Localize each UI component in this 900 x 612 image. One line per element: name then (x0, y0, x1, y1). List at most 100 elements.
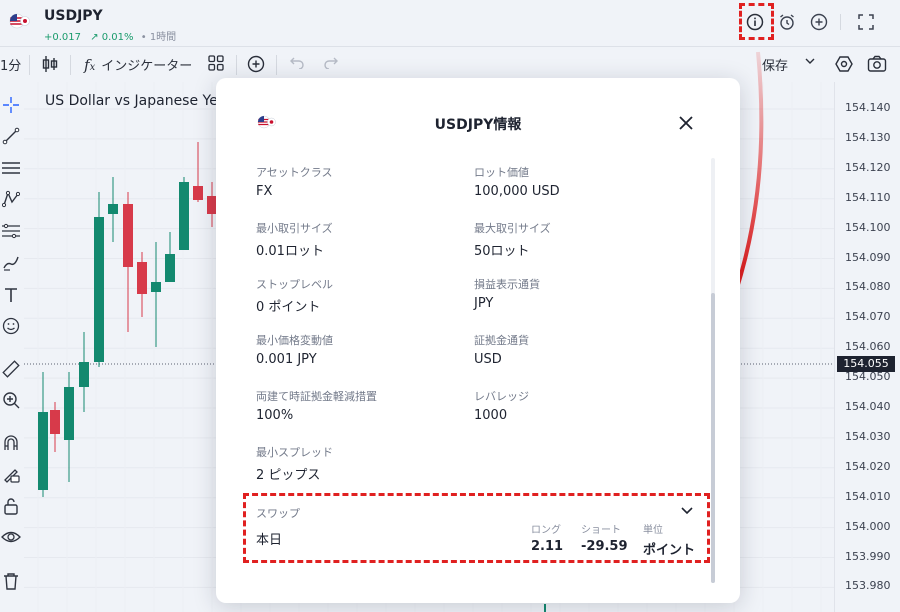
save-dropdown-chevron-icon[interactable] (804, 55, 816, 67)
swap-highlight-box (243, 493, 710, 563)
candle-body (179, 182, 189, 250)
field-value: 0.001 JPY (256, 352, 317, 367)
price-tick-label: 154.100 (845, 220, 891, 234)
text-tool-icon[interactable] (0, 284, 22, 306)
candle-body (50, 410, 60, 434)
fib-tools-icon[interactable] (0, 220, 22, 242)
field-label: 証拠金通貨 (474, 334, 529, 347)
magnet-icon[interactable] (0, 432, 22, 454)
price-tick-label: 154.020 (845, 459, 891, 473)
field-value: 1000 (474, 408, 508, 423)
lock-drawing-icon[interactable] (0, 463, 22, 485)
undo-icon[interactable] (290, 55, 304, 69)
price-tick-label: 154.040 (845, 400, 891, 413)
price-tick-label: 154.030 (845, 429, 891, 443)
candle-body (151, 282, 161, 292)
redo-icon[interactable] (324, 55, 338, 69)
price-tick-label: 154.110 (845, 190, 891, 204)
toolbar-divider (276, 55, 277, 75)
toolbar-divider (29, 55, 30, 75)
trend-line-icon[interactable] (0, 125, 22, 147)
field-value: 100% (256, 408, 294, 423)
candle-type-icon[interactable] (42, 55, 58, 73)
price-tick-label: 154.080 (845, 280, 891, 294)
info-highlight-box (739, 3, 774, 40)
price-tick-label: 154.130 (845, 130, 891, 144)
drawing-tools-rail (0, 82, 24, 612)
candle-body (94, 217, 104, 362)
field-value: USD (474, 352, 502, 367)
field-label: レバレッジ (474, 390, 529, 403)
price-tick-label: 153.990 (845, 549, 891, 563)
emoji-icon[interactable] (0, 315, 22, 337)
field-label: 損益表示通貨 (474, 278, 540, 291)
field-label: 最小取引サイズ (256, 222, 333, 235)
crosshair-icon[interactable] (0, 94, 22, 116)
add-circle-icon[interactable] (807, 10, 831, 34)
candle-body (165, 254, 175, 282)
price-axis[interactable]: 154.140 154.130 154.120 154.110 154.100 154.0… (834, 82, 900, 612)
horizontal-lines-icon[interactable] (0, 157, 22, 179)
candle-body (123, 204, 133, 267)
trash-icon[interactable] (0, 570, 22, 592)
field-value: 50ロット (474, 244, 530, 259)
candle-body (38, 412, 48, 490)
field-label: 両建て時証拠金軽減措置 (256, 390, 377, 403)
candle-body (193, 186, 203, 200)
symbol-name[interactable]: USDJPY (44, 8, 103, 24)
eye-icon[interactable] (0, 526, 22, 548)
field-label: 最小スプレッド (256, 446, 333, 459)
layout-grid-icon[interactable] (208, 55, 224, 71)
field-label: アセットクラス (256, 166, 333, 179)
candle-body (544, 604, 546, 612)
price-tick-label: 154.070 (845, 310, 891, 324)
price-tick-label: 154.050 (845, 370, 891, 384)
price-tick-label: 154.000 (845, 519, 891, 533)
price-tick-label: 153.980 (845, 579, 891, 593)
scrollbar-thumb[interactable] (711, 293, 715, 583)
close-icon[interactable] (675, 112, 697, 134)
candle-body (108, 204, 118, 214)
indicators-button[interactable]: fx インジケーター (84, 55, 192, 75)
pattern-icon[interactable] (0, 188, 22, 210)
field-value: JPY (474, 296, 494, 311)
field-label: ロット価値 (474, 166, 529, 179)
price-tick-label: 154.010 (845, 489, 891, 503)
header-divider (840, 14, 841, 30)
toolbar-divider (70, 55, 71, 75)
chart-title: US Dollar vs Japanese Ye (45, 93, 218, 109)
function-icon: fx (84, 55, 96, 74)
fullscreen-icon[interactable] (854, 10, 878, 34)
save-button[interactable]: 保存 (762, 55, 788, 74)
field-label: ストップレベル (256, 278, 333, 291)
field-value: 0.01ロット (256, 244, 324, 259)
candle-body (64, 387, 74, 440)
zoom-in-icon[interactable] (0, 389, 22, 411)
timeframe-button[interactable]: 1分 (0, 55, 21, 74)
field-value: 0 ポイント (256, 300, 321, 315)
field-label: 最大取引サイズ (474, 222, 551, 235)
price-tick-label: 154.120 (845, 160, 891, 174)
field-value: FX (256, 184, 273, 199)
add-compare-icon[interactable] (247, 55, 265, 73)
price-tick-label: 154.090 (845, 250, 891, 264)
chart-header: USDJPY +0.017 ↗ 0.01% • 1時間 (0, 0, 900, 46)
price-tick-label: 154.140 (845, 101, 891, 114)
ruler-icon[interactable] (0, 358, 22, 380)
current-price-label: 154.055 (837, 356, 895, 372)
alarm-icon[interactable] (775, 10, 799, 34)
price-change: +0.017 ↗ 0.01% • 1時間 (44, 32, 177, 43)
brush-icon[interactable] (0, 252, 22, 274)
us-jp-flag-icon (9, 13, 30, 29)
dialog-title: USDJPY情報 (434, 117, 522, 133)
field-value: 2 ピップス (256, 468, 321, 483)
price-tick-label: 154.060 (845, 340, 891, 354)
chart-toolbar: 1分 fx インジケーター 保存 (0, 46, 900, 82)
toolbar-divider (236, 55, 237, 75)
field-value: 100,000 USD (474, 184, 560, 199)
settings-hexagon-icon[interactable] (835, 55, 853, 73)
camera-icon[interactable] (867, 55, 887, 73)
candle-body (79, 362, 89, 387)
lock-icon[interactable] (0, 495, 22, 517)
field-label: 最小価格変動値 (256, 334, 333, 347)
